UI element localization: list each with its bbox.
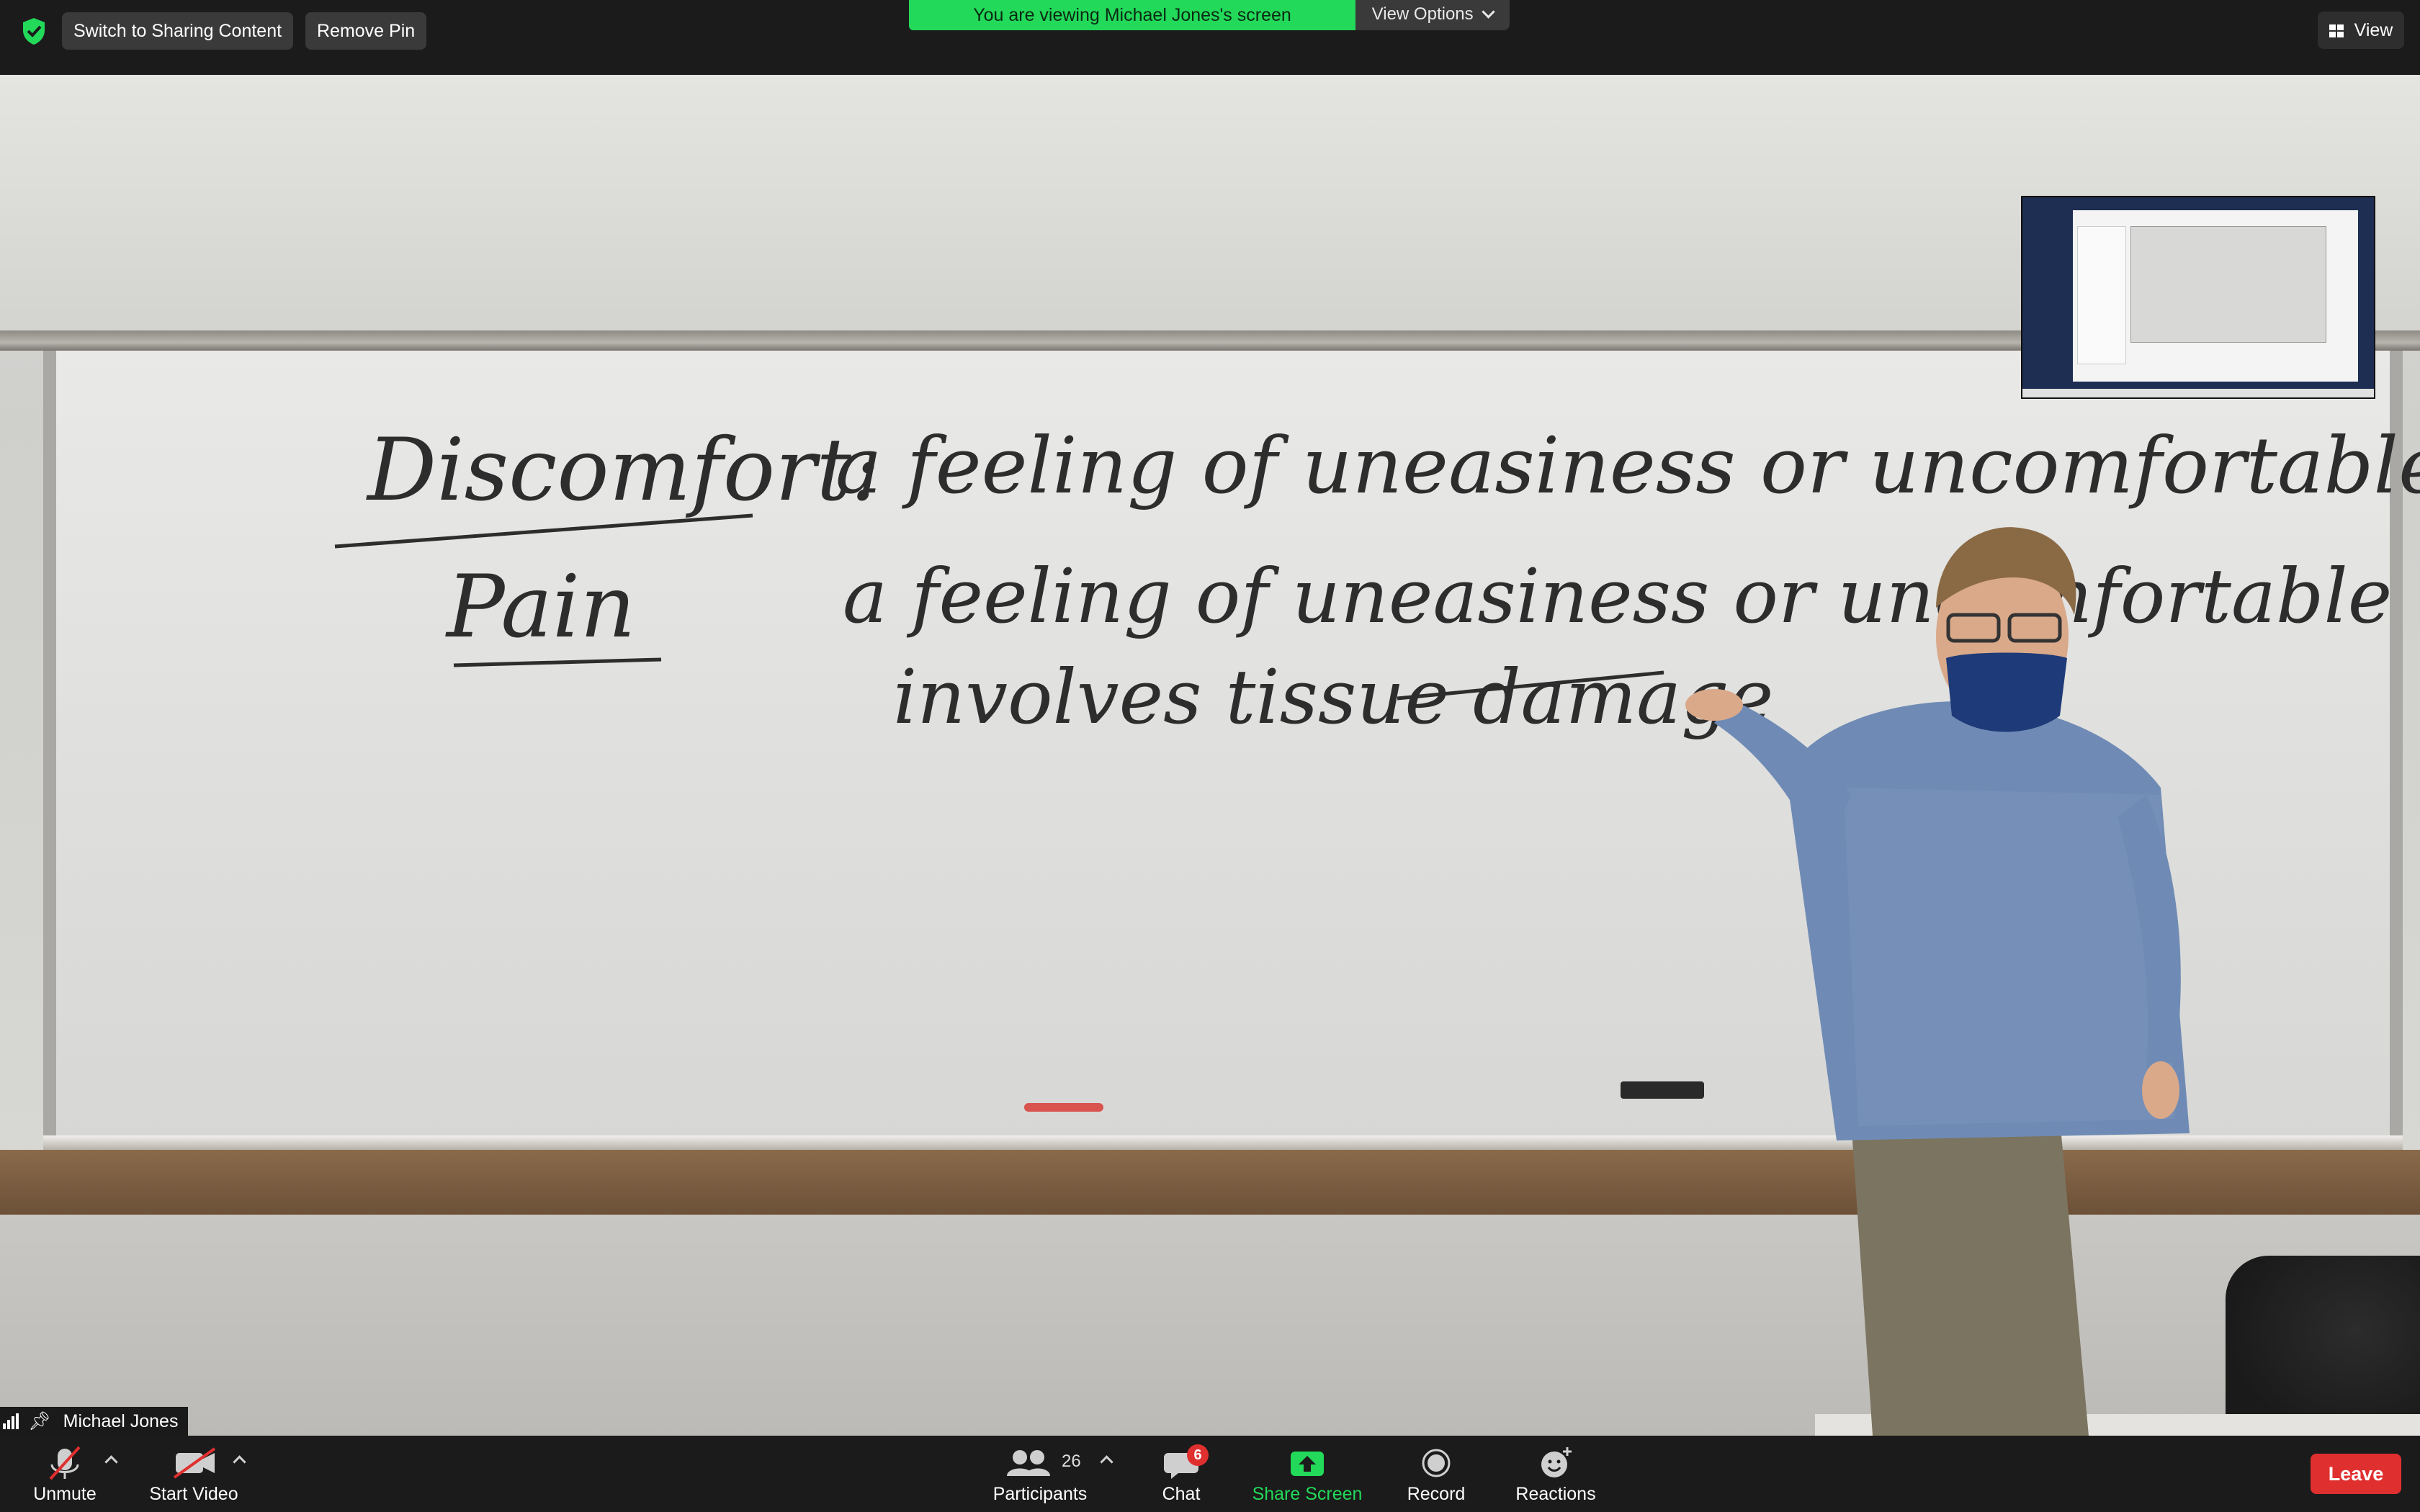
thumbnail-video [2130,226,2326,343]
meeting-toolbar: Unmute Start Video 26 Participants 6 Cha… [0,1436,2420,1512]
presenter [1685,527,2190,1436]
reactions-smiley-icon [1541,1447,1572,1477]
shield-check-icon[interactable] [19,16,49,46]
start-video-label: Start Video [149,1484,238,1504]
chat-label: Chat [1162,1484,1201,1504]
view-options-button[interactable]: View Options [1355,0,1510,30]
view-button[interactable]: View [2318,12,2404,49]
shared-video-area: Discomfort: a feeling of uneasiness or u… [0,75,2420,1436]
reactions-label: Reactions [1515,1484,1596,1504]
unmute-button[interactable]: Unmute [24,1444,105,1509]
participants-count: 26 [1062,1452,1081,1471]
chat-button[interactable]: 6 Chat [1152,1444,1210,1509]
share-screen-label: Share Screen [1252,1484,1363,1504]
start-video-button[interactable]: Start Video [140,1444,248,1509]
viewing-screen-banner: You are viewing Michael Jones's screen [909,0,1355,30]
chat-unread-badge: 6 [1187,1444,1209,1466]
audio-options-caret[interactable] [104,1455,118,1469]
view-options-label: View Options [1371,4,1474,24]
discomfort-term: Discomfort: [366,420,880,521]
record-icon [1422,1449,1451,1477]
unmute-label: Unmute [33,1484,97,1504]
chevron-down-icon [1482,5,1496,19]
participants-options-caret[interactable] [1100,1455,1113,1469]
record-button[interactable]: Record [1400,1444,1472,1509]
muted-mic-icon [49,1446,81,1480]
remove-pin-button[interactable]: Remove Pin [305,12,427,50]
participant-name: Michael Jones [63,1411,179,1431]
share-screen-arrow-icon [1291,1452,1324,1476]
pain-definition-line2: involves tissue damage [893,653,1773,741]
view-label: View [2354,20,2393,40]
top-bar: Switch to Sharing Content Remove Pin You… [0,0,2420,75]
participant-name-tag: 📌︎ Michael Jones [0,1407,189,1436]
video-off-icon [173,1447,216,1479]
signal-bars-icon [3,1413,20,1429]
pain-term: Pain [445,557,636,657]
grid-view-icon [2329,24,2344,37]
shared-screen-thumbnail[interactable] [2021,196,2375,399]
thumbnail-taskbar [2022,389,2374,397]
share-screen-button[interactable]: Share Screen [1247,1444,1367,1509]
reactions-button[interactable]: Reactions [1510,1444,1602,1509]
participants-label: Participants [992,1484,1088,1504]
leave-button[interactable]: Leave [2311,1454,2401,1494]
pin-icon: 📌︎ [27,1411,51,1431]
zoom-meeting-window: Switch to Sharing Content Remove Pin You… [0,0,2420,1512]
thumbnail-panel [2077,226,2126,364]
thumbnail-window [2073,210,2358,382]
switch-to-sharing-content-button[interactable]: Switch to Sharing Content [62,12,294,50]
record-label: Record [1407,1484,1466,1504]
participants-button[interactable]: 26 Participants [982,1444,1098,1509]
